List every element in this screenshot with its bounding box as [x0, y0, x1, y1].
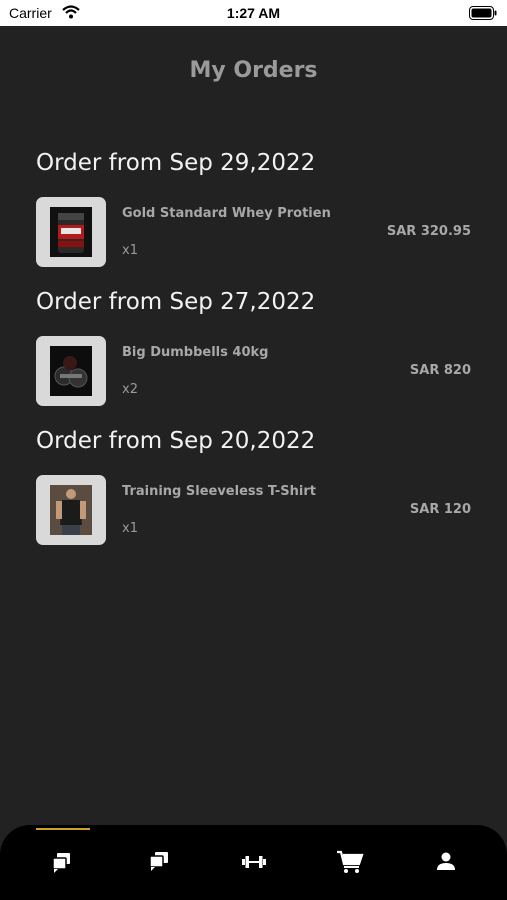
- order-item[interactable]: Gold Standard Whey Protien x1 SAR 320.95: [36, 197, 476, 269]
- product-price: SAR 120: [409, 502, 471, 517]
- cart-icon: [337, 850, 364, 873]
- product-name: Big Dumbbells 40kg: [122, 345, 269, 360]
- order-item[interactable]: Training Sleeveless T-Shirt x1 SAR 120: [36, 475, 476, 547]
- battery-icon: [469, 6, 497, 20]
- sleeveless-shirt-image: [50, 485, 92, 535]
- order-date-heading: Order from Sep 20,2022: [36, 428, 316, 454]
- tab-chat[interactable]: [144, 847, 174, 877]
- order-item[interactable]: Big Dumbbells 40kg x2 SAR 820: [36, 336, 476, 408]
- product-quantity: x2: [122, 382, 138, 397]
- product-quantity: x1: [122, 521, 138, 536]
- dumbbells-image: [50, 346, 92, 396]
- order-group: Order from Sep 20,2022 Training Sleevele…: [0, 428, 507, 568]
- order-group: Order from Sep 29,2022 Gold Standard Whe…: [0, 150, 507, 290]
- order-date-heading: Order from Sep 29,2022: [36, 150, 316, 176]
- product-thumbnail[interactable]: [36, 197, 106, 267]
- status-bar: Carrier 1:27 AM: [0, 0, 507, 26]
- product-quantity: x1: [122, 243, 138, 258]
- order-group: Order from Sep 27,2022 Big Dumbbells 40k…: [0, 289, 507, 429]
- product-price: SAR 320.95: [386, 224, 471, 239]
- bottom-tab-bar: [0, 825, 507, 900]
- profile-icon: [437, 852, 455, 870]
- product-name: Training Sleeveless T-Shirt: [122, 484, 316, 499]
- order-date-heading: Order from Sep 27,2022: [36, 289, 316, 315]
- chat-icon: [149, 852, 168, 871]
- whey-protein-image: [50, 207, 92, 257]
- product-name: Gold Standard Whey Protien: [122, 206, 331, 221]
- tab-workouts[interactable]: [239, 847, 269, 877]
- tab-profile[interactable]: [431, 847, 461, 877]
- tab-orders[interactable]: [48, 847, 78, 877]
- product-price: SAR 820: [409, 363, 471, 378]
- product-thumbnail[interactable]: [36, 336, 106, 406]
- product-thumbnail[interactable]: [36, 475, 106, 545]
- clock-label: 1:27 AM: [226, 5, 281, 21]
- orders-icon: [52, 853, 70, 873]
- dumbbell-icon: [242, 856, 266, 868]
- active-tab-indicator: [36, 828, 90, 830]
- page-title: My Orders: [189, 58, 318, 83]
- tab-cart[interactable]: [335, 847, 365, 877]
